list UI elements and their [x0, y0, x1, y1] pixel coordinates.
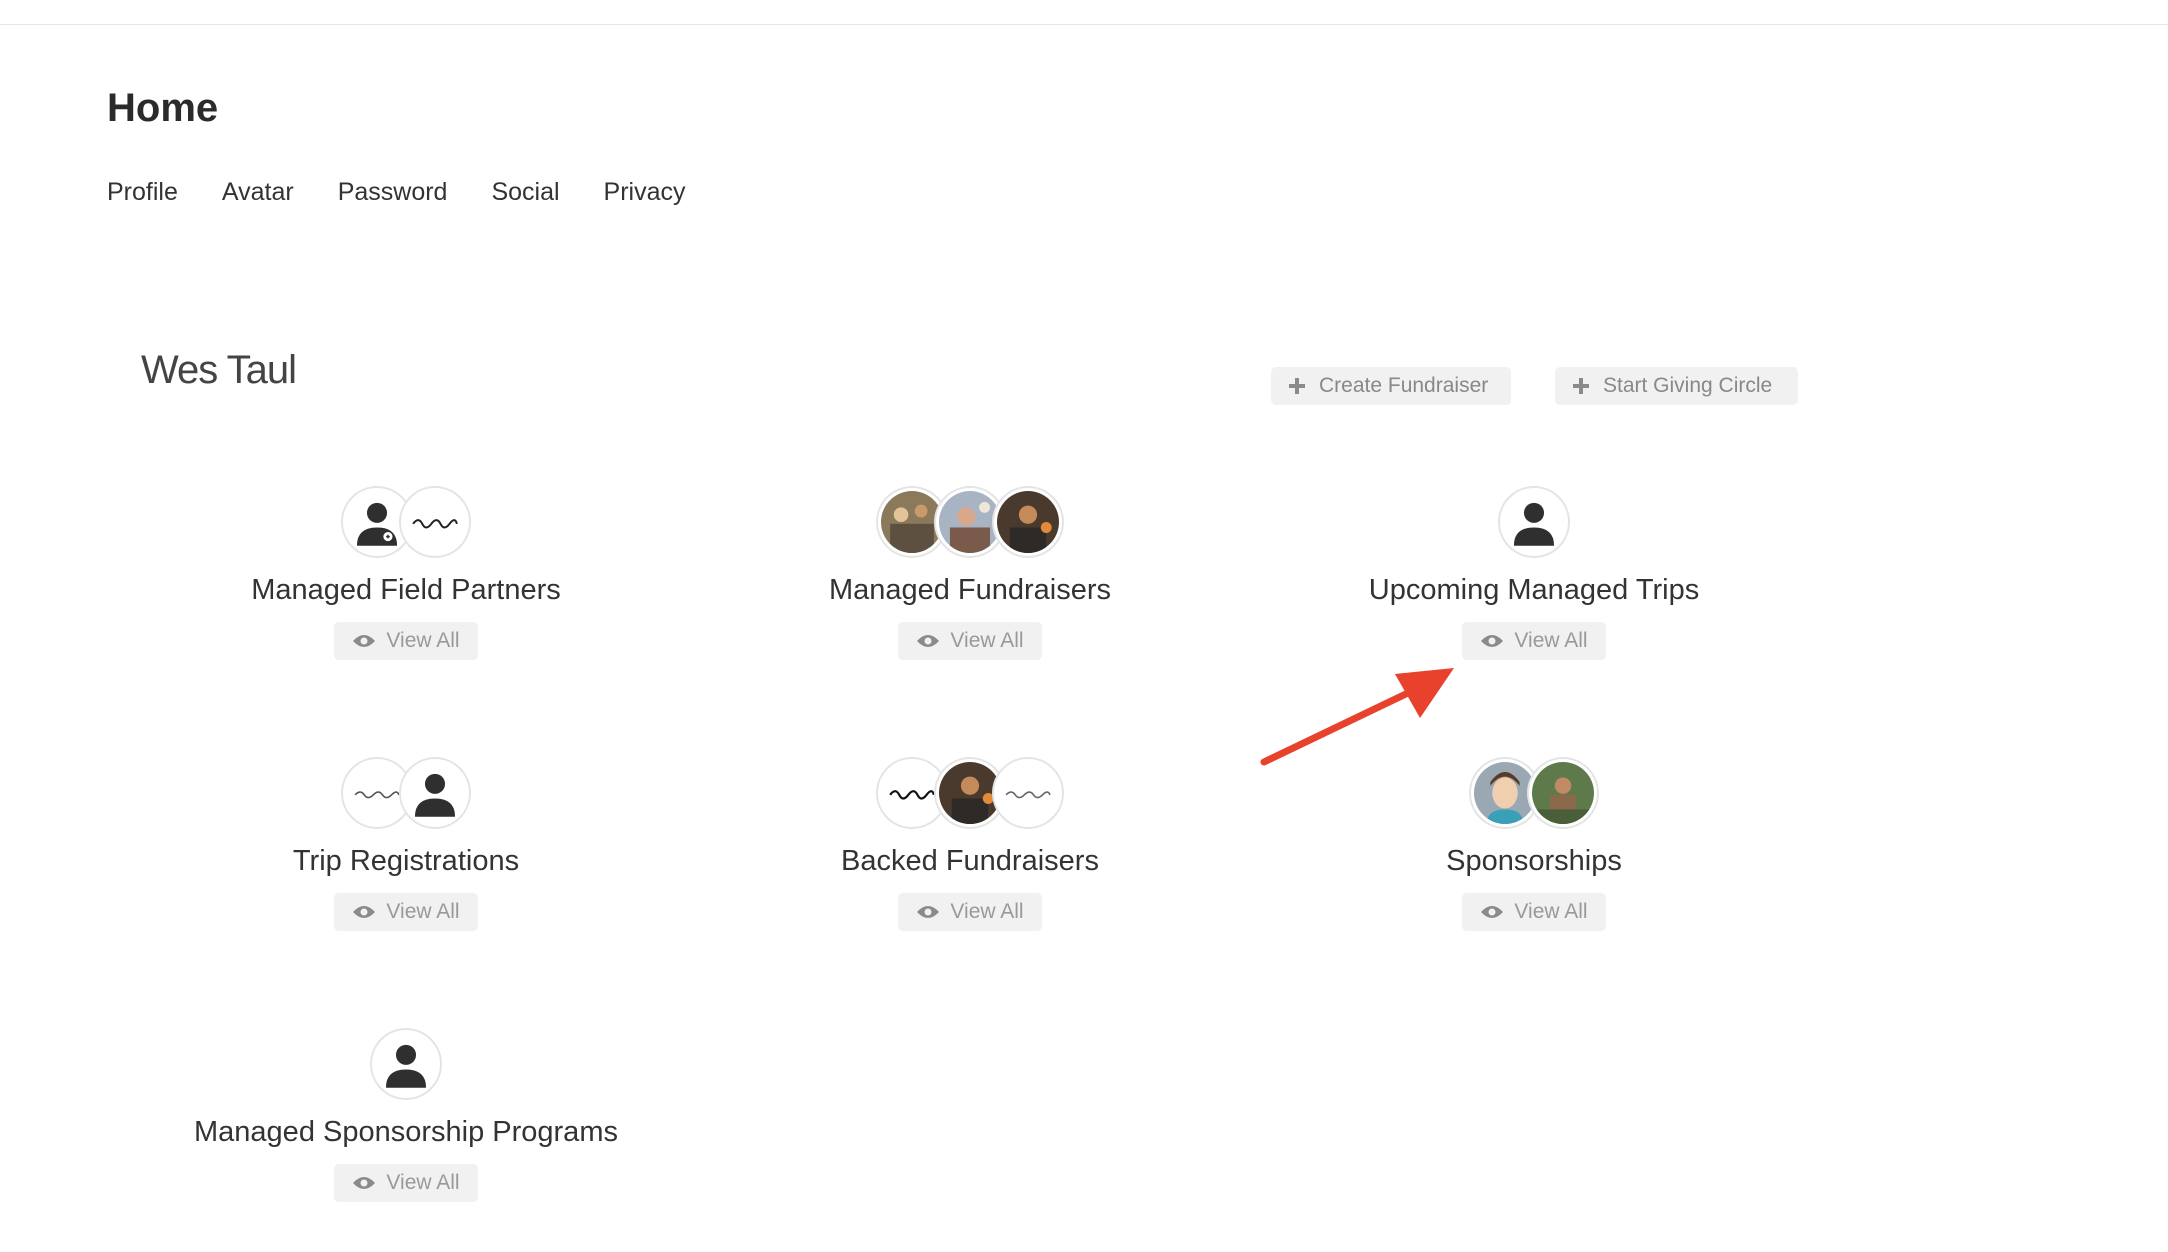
card-title: Managed Field Partners: [251, 574, 561, 606]
sponsorship-photo: [1529, 759, 1597, 827]
view-all-label: View All: [950, 629, 1024, 652]
card-title: Trip Registrations: [292, 845, 520, 877]
nav-social[interactable]: Social: [491, 176, 559, 208]
avatar-group: [688, 757, 1252, 829]
choose-hope-logo: [994, 759, 1062, 827]
user-name: Wes Taul: [141, 348, 297, 392]
view-all-label: View All: [950, 900, 1024, 923]
card-managed-field-partners: Managed Field Partners View All: [124, 486, 688, 660]
view-all-button[interactable]: View All: [898, 622, 1042, 660]
card-title: Backed Fundraisers: [841, 845, 1099, 877]
avatar-group: [688, 486, 1252, 558]
plus-icon: [1573, 378, 1589, 394]
create-fundraiser-button[interactable]: Create Fundraiser: [1271, 367, 1511, 405]
avatar-group: [124, 1028, 688, 1100]
top-divider: [0, 24, 2168, 25]
card-backed-fundraisers: Backed Fundraisers View All: [688, 757, 1252, 931]
nav-avatar[interactable]: Avatar: [222, 176, 294, 208]
nav-password[interactable]: Password: [338, 176, 448, 208]
eye-icon: [353, 1177, 376, 1189]
view-all-label: View All: [1514, 900, 1588, 923]
eye-icon: [917, 906, 940, 918]
avatar-group: [124, 757, 688, 829]
page-title: Home: [107, 86, 219, 130]
view-all-label: View All: [386, 629, 460, 652]
card-title: Upcoming Managed Trips: [1368, 574, 1700, 606]
view-all-label: View All: [386, 900, 460, 923]
plus-icon: [1289, 378, 1305, 394]
create-fundraiser-label: Create Fundraiser: [1319, 374, 1489, 397]
view-all-label: View All: [386, 1171, 460, 1194]
eye-icon: [917, 635, 940, 647]
card-trip-registrations: Trip Registrations View All: [124, 757, 688, 931]
card-managed-sponsorship-programs: Managed Sponsorship Programs View All: [124, 1028, 688, 1202]
person-icon: [401, 759, 469, 827]
card-title: Managed Fundraisers: [828, 574, 1112, 606]
view-all-button[interactable]: View All: [334, 622, 478, 660]
view-all-button[interactable]: View All: [334, 1164, 478, 1202]
eye-icon: [1481, 635, 1504, 647]
card-sponsorships: Sponsorships View All: [1252, 757, 1816, 931]
view-all-button[interactable]: View All: [898, 893, 1042, 931]
start-giving-circle-label: Start Giving Circle: [1603, 374, 1773, 397]
start-giving-circle-button[interactable]: Start Giving Circle: [1555, 367, 1798, 405]
avatar-group: [1252, 486, 1816, 558]
account-nav: Profile Avatar Password Social Privacy: [107, 176, 730, 208]
view-all-button[interactable]: View All: [334, 893, 478, 931]
nav-profile[interactable]: Profile: [107, 176, 178, 208]
card-managed-fundraisers: Managed Fundraisers View All: [688, 486, 1252, 660]
view-all-button[interactable]: View All: [1462, 622, 1606, 660]
person-icon: [1500, 488, 1568, 556]
card-upcoming-managed-trips: Upcoming Managed Trips View All: [1252, 486, 1816, 660]
eye-icon: [353, 635, 376, 647]
annotation-arrow-icon: [1260, 668, 1454, 766]
choose-hope-logo: [401, 488, 469, 556]
eye-icon: [353, 906, 376, 918]
view-all-label: View All: [1514, 629, 1588, 652]
eye-icon: [1481, 906, 1504, 918]
card-title: Managed Sponsorship Programs: [194, 1116, 618, 1148]
person-icon: [372, 1030, 440, 1098]
avatar-group: [124, 486, 688, 558]
card-title: Sponsorships: [1446, 845, 1622, 877]
view-all-button[interactable]: View All: [1462, 893, 1606, 931]
nav-privacy[interactable]: Privacy: [604, 176, 686, 208]
fundraiser-photo: [994, 488, 1062, 556]
